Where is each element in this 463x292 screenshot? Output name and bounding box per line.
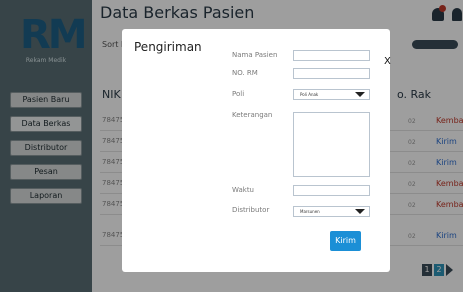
close-button[interactable]: X <box>384 57 391 67</box>
chevron-down-icon <box>355 209 365 214</box>
no-rm-label: NO. RM <box>232 69 258 77</box>
waktu-label: Waktu <box>232 186 254 194</box>
nama-pasien-label: Nama Pasien <box>232 51 278 59</box>
keterangan-label: Keterangan <box>232 111 273 119</box>
poli-select[interactable]: Poli Anak <box>293 89 370 100</box>
chevron-down-icon <box>355 92 365 97</box>
distributor-select[interactable]: Marsunen <box>293 206 370 217</box>
nama-pasien-field[interactable] <box>293 50 370 61</box>
poli-select-value: Poli Anak <box>300 92 319 97</box>
no-rm-field[interactable] <box>293 68 370 79</box>
distributor-select-value: Marsunen <box>300 209 320 214</box>
distributor-label: Distributor <box>232 206 270 214</box>
keterangan-textarea[interactable] <box>293 112 370 177</box>
poli-label: Poli <box>232 90 245 98</box>
pengiriman-dialog: Pengiriman X Nama Pasien NO. RM Poli Pol… <box>122 29 391 272</box>
waktu-field[interactable] <box>293 185 370 196</box>
dialog-title: Pengiriman <box>134 40 202 54</box>
kirim-button[interactable]: Kirim <box>330 231 361 251</box>
